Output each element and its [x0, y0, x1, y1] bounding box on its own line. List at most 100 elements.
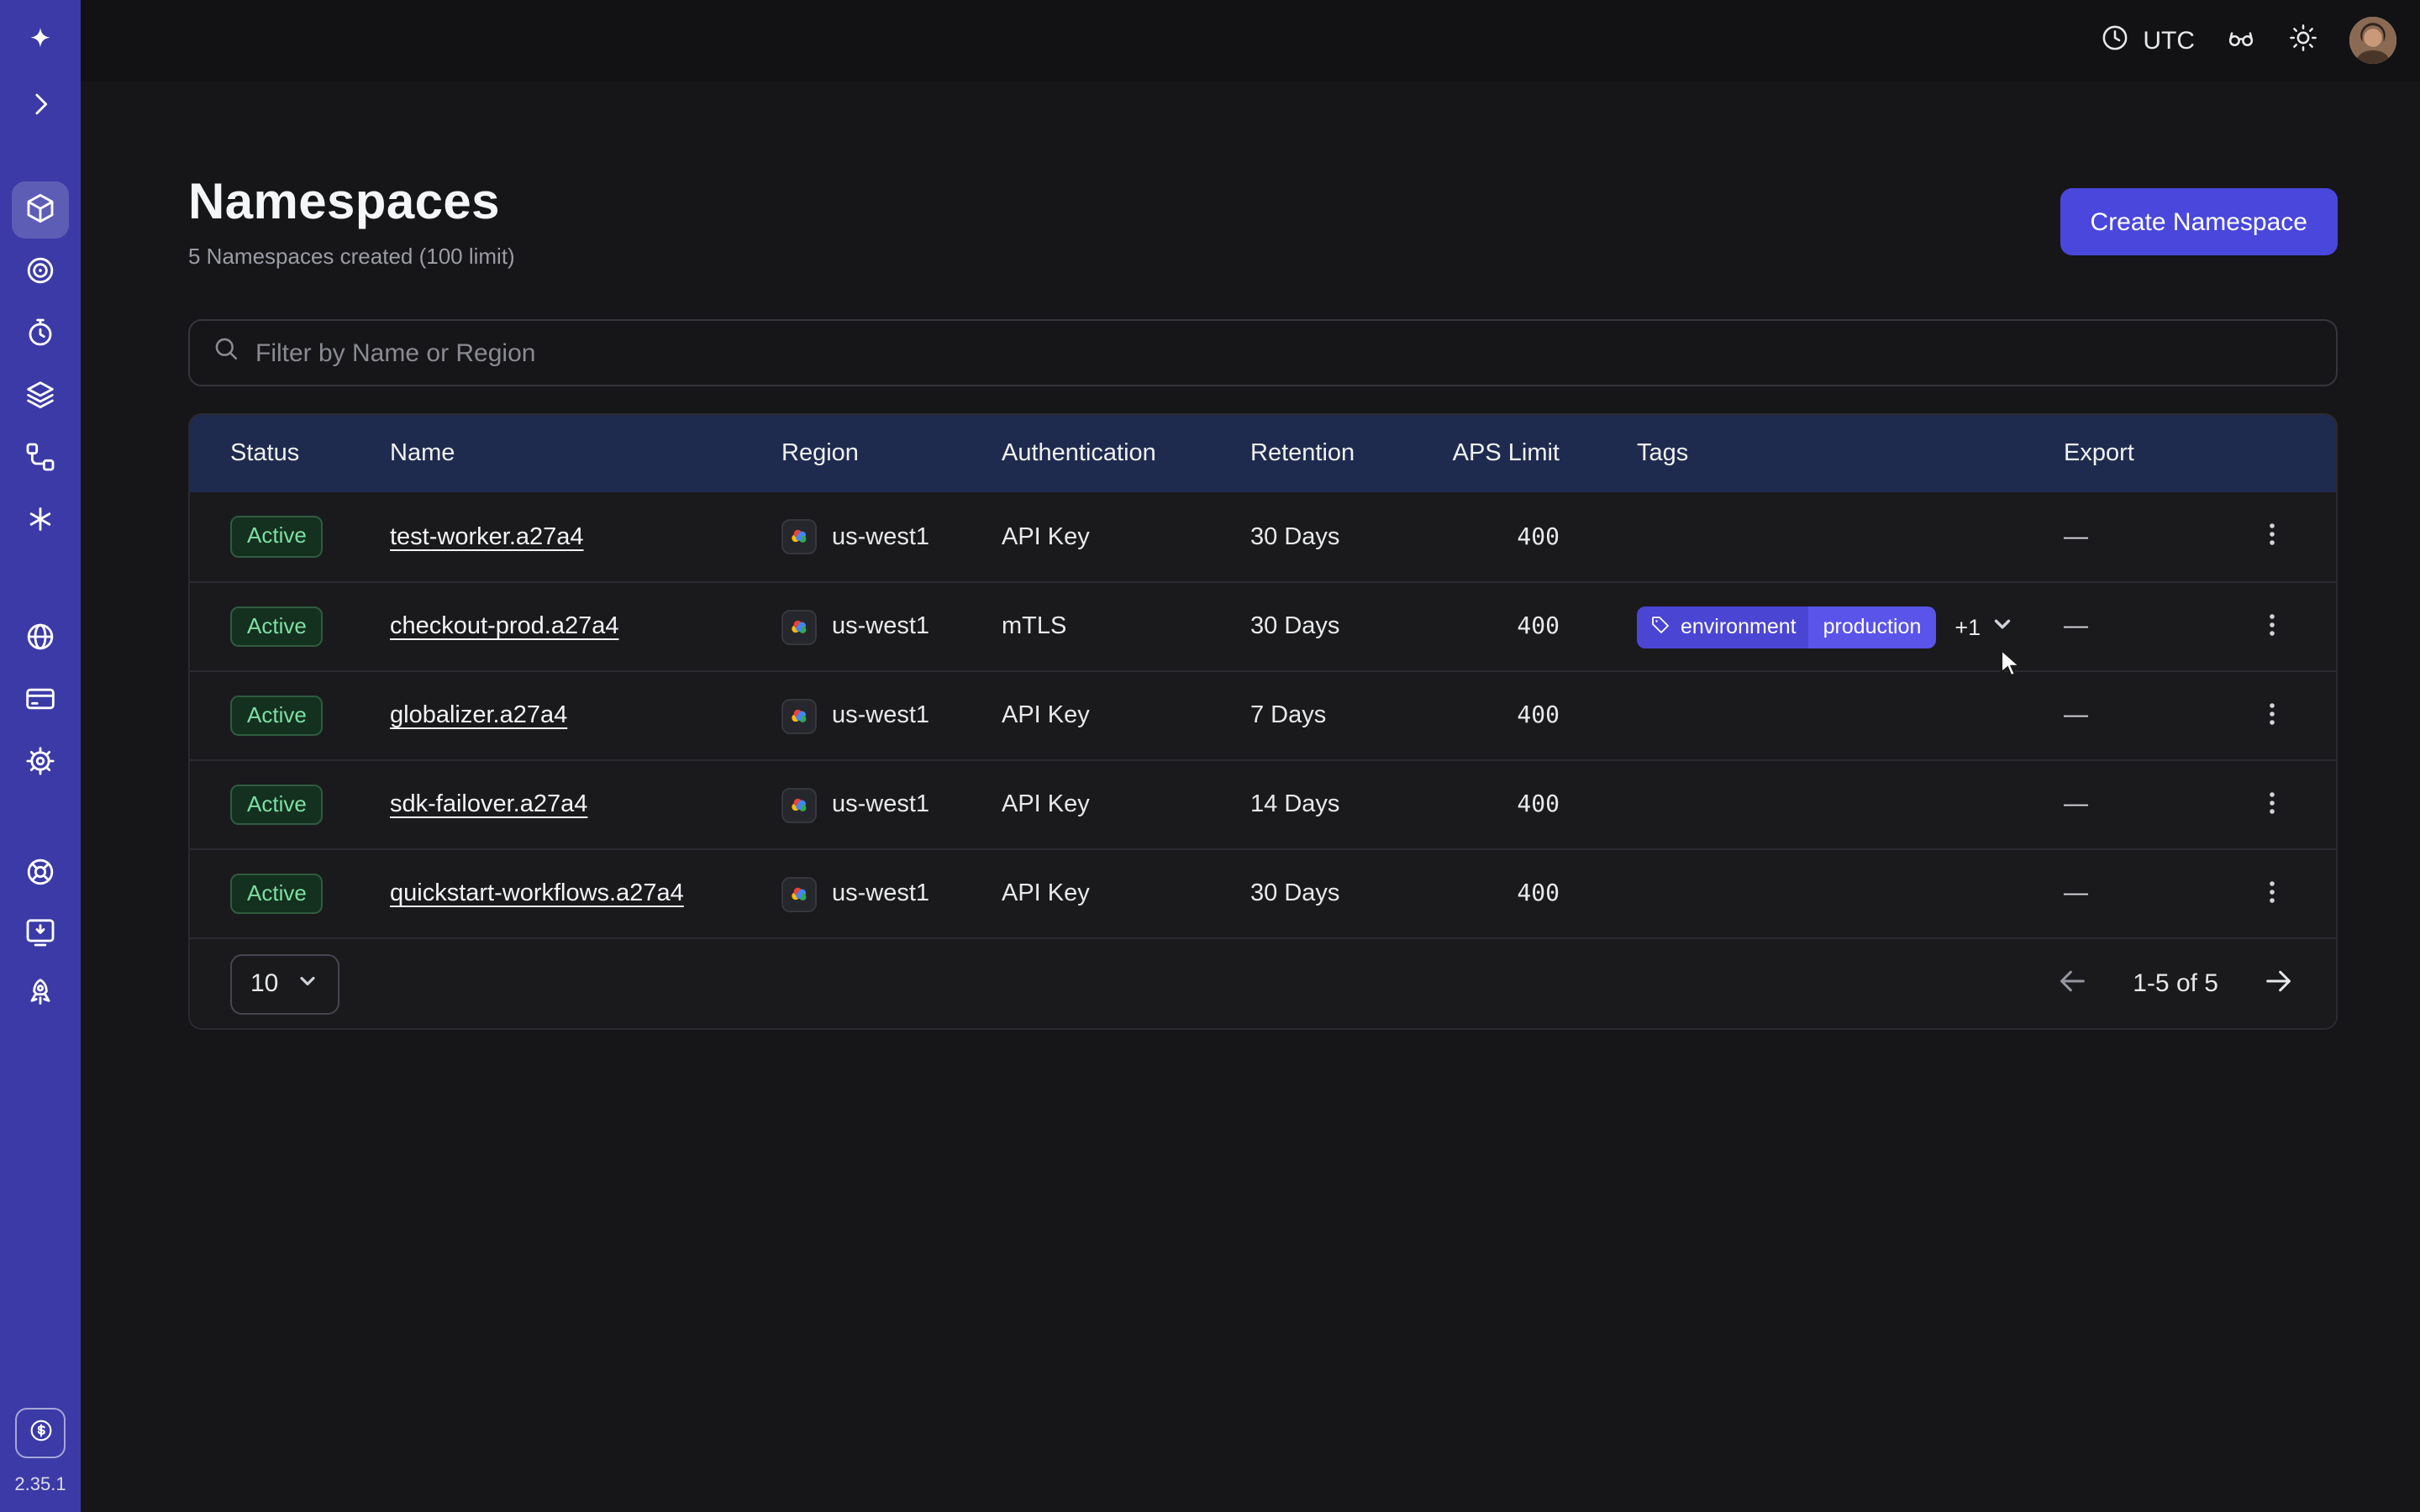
tags-cell: environment production +1 [1637, 606, 2064, 648]
lifebuoy-icon [24, 854, 57, 893]
namespace-link[interactable]: globalizer.a27a4 [390, 702, 567, 729]
dollar-circle-icon [26, 1416, 55, 1450]
retention-label: 30 Days [1250, 523, 1445, 550]
region-label: us-west1 [832, 880, 929, 907]
kebab-icon [2259, 700, 2286, 732]
labs-button[interactable] [2225, 22, 2257, 59]
page-size-select[interactable]: 10 [230, 953, 339, 1014]
sidebar-item-batch[interactable] [12, 244, 69, 301]
pagination-range: 1-5 of 5 [2133, 969, 2218, 998]
table-row: Active test-worker.a27a4 us-west1 API Ke… [190, 492, 2336, 581]
sidebar-item-imports[interactable] [12, 906, 69, 963]
sidebar-item-settings[interactable] [12, 734, 69, 791]
sidebar-item-getting-started[interactable] [12, 966, 69, 1023]
namespace-link[interactable]: sdk-failover.a27a4 [390, 791, 587, 818]
next-page-button[interactable] [2262, 964, 2296, 1003]
logo-spark-icon [24, 23, 57, 61]
usage-button[interactable] [15, 1408, 66, 1458]
temporal-logo[interactable] [12, 13, 69, 71]
namespace-link[interactable]: checkout-prod.a27a4 [390, 613, 619, 640]
create-namespace-button[interactable]: Create Namespace [2060, 188, 2338, 255]
row-menu-button[interactable] [2247, 869, 2297, 919]
sidebar-item-workflows[interactable] [12, 430, 69, 487]
sidebar-item-namespaces[interactable] [12, 181, 69, 239]
table-row: Active sdk-failover.a27a4 us-west1 API K… [190, 759, 2336, 848]
tag-value-label: production [1808, 606, 1937, 648]
previous-page-button[interactable] [2055, 964, 2089, 1003]
app: 2.35.1 UTC [0, 0, 2420, 1512]
kebab-icon [2259, 611, 2286, 643]
kebab-icon [2259, 878, 2286, 910]
sidebar-item-nexus[interactable] [12, 492, 69, 549]
table-row: Active checkout-prod.a27a4 us-west1 mTLS… [190, 581, 2336, 670]
aps-limit-value: 400 [1445, 791, 1637, 818]
filter-input[interactable] [255, 339, 2314, 367]
retention-label: 7 Days [1250, 702, 1445, 729]
row-menu-button[interactable] [2247, 601, 2297, 652]
arrow-left-icon [2055, 964, 2089, 1003]
status-badge: Active [230, 696, 324, 737]
col-tags: Tags [1637, 440, 2064, 467]
monitor-download-icon [24, 915, 57, 953]
row-menu-button[interactable] [2247, 690, 2297, 741]
region-label: us-west1 [832, 791, 929, 818]
chevron-down-icon [1989, 612, 2014, 642]
retention-label: 30 Days [1250, 613, 1445, 640]
table-row: Active globalizer.a27a4 us-west1 API Key… [190, 670, 2336, 759]
tag-chip[interactable]: environment production [1637, 606, 1936, 648]
namespaces-table: Status Name Region Authentication Retent… [188, 413, 2338, 1030]
credit-card-icon [24, 681, 57, 720]
table-header-row: Status Name Region Authentication Retent… [190, 415, 2336, 492]
gcp-icon [781, 519, 817, 554]
user-avatar[interactable] [2349, 17, 2396, 64]
retention-label: 30 Days [1250, 880, 1445, 907]
gcp-icon [781, 787, 817, 822]
sidebar-item-schedules[interactable] [12, 306, 69, 363]
auth-label: API Key [1002, 523, 1250, 550]
col-status: Status [230, 440, 390, 467]
kebab-icon [2259, 521, 2286, 553]
asterisk-icon [24, 501, 57, 540]
globe-icon [24, 619, 57, 658]
app-version: 2.35.1 [14, 1475, 66, 1495]
aps-limit-value: 400 [1445, 880, 1637, 907]
tags-more-button[interactable]: +1 [1954, 612, 2014, 642]
sidebar-item-support[interactable] [12, 845, 69, 902]
sidebar-item-billing[interactable] [12, 672, 69, 729]
theme-toggle-button[interactable] [2287, 22, 2319, 59]
chevron-right-icon [24, 87, 57, 125]
sidebar-expand-button[interactable] [12, 77, 69, 134]
clock-icon [2099, 21, 2131, 60]
row-menu-button[interactable] [2247, 512, 2297, 562]
col-export: Export [2064, 440, 2232, 467]
status-badge: Active [230, 785, 324, 826]
col-region: Region [781, 440, 1002, 467]
row-menu-button[interactable] [2247, 780, 2297, 830]
target-icon [24, 253, 57, 291]
chevron-down-icon [295, 969, 318, 999]
sun-icon [2287, 22, 2319, 59]
filter-bar [188, 319, 2338, 386]
gcp-icon [781, 698, 817, 733]
retention-label: 14 Days [1250, 791, 1445, 818]
tag-key-label: environment [1681, 615, 1797, 638]
timezone-button[interactable]: UTC [2099, 21, 2195, 60]
gcp-icon [781, 876, 817, 911]
sidebar-item-regions[interactable] [12, 610, 69, 667]
page-size-value: 10 [250, 969, 278, 998]
aps-limit-value: 400 [1445, 613, 1637, 640]
export-value: — [2064, 523, 2232, 550]
namespace-link[interactable]: test-worker.a27a4 [390, 523, 584, 550]
layers-icon [24, 377, 57, 416]
gear-icon [24, 743, 57, 782]
status-badge: Active [230, 606, 324, 648]
region-label: us-west1 [832, 613, 929, 640]
col-name: Name [390, 440, 781, 467]
page-subtitle: 5 Namespaces created (100 limit) [188, 244, 515, 269]
auth-label: API Key [1002, 880, 1250, 907]
avatar-image [2349, 17, 2396, 64]
namespace-link[interactable]: quickstart-workflows.a27a4 [390, 880, 684, 907]
sidebar-item-deployments[interactable] [12, 368, 69, 425]
export-value: — [2064, 613, 2232, 640]
topbar: UTC [81, 0, 2420, 81]
